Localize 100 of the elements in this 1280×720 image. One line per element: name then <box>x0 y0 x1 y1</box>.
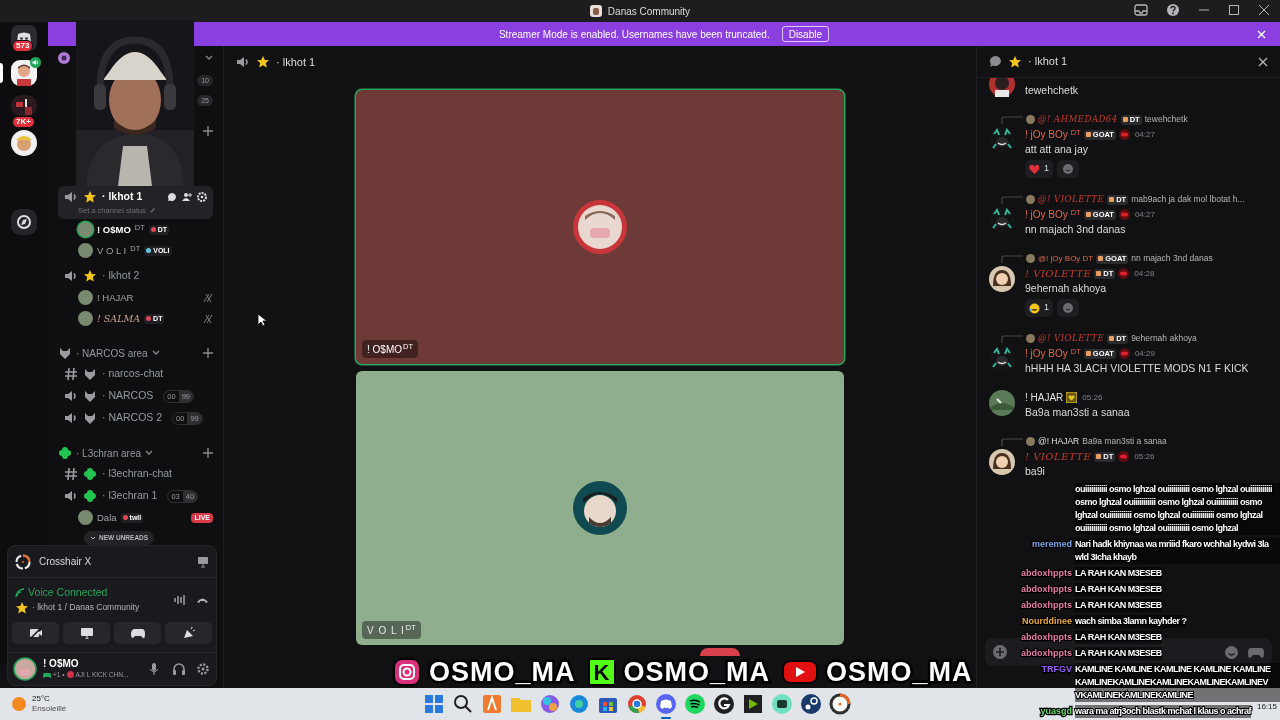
plus-icon[interactable] <box>203 348 213 359</box>
star-icon <box>83 190 97 204</box>
screen-share-button[interactable] <box>63 621 110 644</box>
username[interactable]: @! VIOLETTE <box>1038 193 1105 206</box>
microphone-icon[interactable] <box>149 662 159 675</box>
add-attachment-icon[interactable] <box>993 645 1007 659</box>
chat-message: LA RAH KAN M3ESEB <box>1075 567 1162 580</box>
help-icon[interactable] <box>1166 3 1180 17</box>
server-icon[interactable] <box>11 95 37 116</box>
camera-off-button[interactable] <box>12 621 59 644</box>
settings-icon <box>197 192 207 202</box>
youtube-icon <box>782 658 819 686</box>
gamepad-icon <box>43 671 51 678</box>
add-reaction-button[interactable] <box>1057 299 1079 317</box>
chat-app-icon[interactable] <box>654 692 678 716</box>
chat-username: TRFGV <box>1040 663 1072 676</box>
username[interactable]: @! HAJAR <box>1038 435 1080 448</box>
music-app-icon[interactable] <box>683 692 707 716</box>
timestamp: 05:26 <box>1082 391 1103 404</box>
activity-name: Crosshair X <box>39 555 92 569</box>
lips-icon <box>1118 268 1130 279</box>
maximize-icon[interactable] <box>1228 4 1240 16</box>
avatar-icon[interactable] <box>11 130 37 156</box>
clock: 16:15 <box>1256 701 1277 713</box>
app-icon[interactable] <box>712 692 736 716</box>
close-icon[interactable] <box>1258 4 1270 16</box>
headphones-icon[interactable] <box>173 662 185 675</box>
heart-icon <box>1029 164 1040 174</box>
weather-widget[interactable]: 25°C Ensoleillé <box>12 694 67 714</box>
channel-item[interactable]: · lkhot 2 <box>58 265 213 288</box>
start-icon[interactable] <box>422 692 446 716</box>
speaker-icon <box>236 55 250 69</box>
kick-logo: K <box>587 658 616 686</box>
chat-username: abdoxhppts <box>1020 631 1072 644</box>
username[interactable]: ! HAJAR <box>1025 390 1064 405</box>
chat-icon <box>167 192 177 202</box>
message-text: tewehchetk <box>1025 83 1079 98</box>
chat-message: LA RAH KAN M3ESEB <box>1075 583 1162 596</box>
username[interactable]: ! jOy BOy <box>1025 127 1068 142</box>
chat-username: abdoxhppts <box>1020 583 1072 596</box>
weather-condition: Ensoleillé <box>32 704 67 714</box>
emoji-icon[interactable] <box>1225 645 1238 659</box>
plus-icon[interactable] <box>203 126 213 136</box>
reply-line <box>1001 195 1023 204</box>
speaker-icon <box>64 190 78 204</box>
gamepad-icon[interactable] <box>1248 646 1264 658</box>
lips-icon <box>1118 348 1130 359</box>
username[interactable]: @! VIOLETTE <box>1038 332 1105 345</box>
avatar-icon[interactable] <box>11 60 37 86</box>
username[interactable]: ! jOy BOy <box>1025 207 1068 222</box>
chat-message: Nari hadk khiynaa wa mriiid fkaro wchhal kydwi 3la wld 3Icha khayb <box>1075 538 1280 564</box>
plus-icon[interactable] <box>203 448 213 459</box>
user-avatar-icon <box>573 481 627 535</box>
game-launcher-icon[interactable] <box>799 692 823 716</box>
username[interactable]: ! VIOLETTE <box>1025 266 1092 281</box>
user-avatar-icon <box>573 200 627 254</box>
star-icon <box>1008 54 1022 69</box>
settings-icon[interactable] <box>197 662 209 675</box>
voice-location-link[interactable]: · lkhot 1 / Danas Community <box>32 601 140 615</box>
username[interactable]: ! VIOLETTE <box>1025 449 1092 464</box>
category-label[interactable]: · NARCOS area <box>76 345 148 361</box>
crosshair-app-icon[interactable] <box>828 692 852 716</box>
reaction-button[interactable]: 1 <box>1025 160 1053 178</box>
reply-line <box>1001 254 1023 263</box>
chevron-icon <box>145 450 154 457</box>
inbox-icon[interactable] <box>1134 3 1148 17</box>
browser-icon[interactable] <box>567 692 591 716</box>
reply-line <box>1001 115 1023 124</box>
crosshair-app-icon <box>15 553 31 570</box>
browser-icon[interactable] <box>625 692 649 716</box>
message-text: nn majach 3nd danas <box>1025 222 1126 237</box>
username[interactable]: @! jOy BOy DT <box>1038 252 1094 265</box>
username[interactable]: @! AHMEDAD64 <box>1038 113 1118 126</box>
compass-icon[interactable] <box>11 209 37 235</box>
pencil-icon <box>148 207 156 215</box>
member-item[interactable]: ! HAJAR <box>58 287 213 309</box>
chat-username: abdoxhppts <box>1020 567 1072 580</box>
waveform-icon[interactable] <box>174 593 186 606</box>
disable-button[interactable]: Disable <box>781 26 830 42</box>
star-icon <box>256 55 270 69</box>
username[interactable]: ! jOy BOy <box>1025 346 1068 361</box>
add-reaction-button[interactable] <box>1057 160 1079 178</box>
channel-item[interactable]: · l3echran-chat <box>58 463 213 486</box>
close-icon[interactable] <box>1258 56 1268 67</box>
soundboard-button[interactable] <box>165 621 212 644</box>
chevron-icon <box>151 350 160 357</box>
screen-share-icon[interactable] <box>197 555 209 568</box>
star-icon <box>15 600 29 615</box>
heart-badge-icon <box>1066 392 1078 403</box>
app-icon[interactable] <box>741 692 765 716</box>
category-label[interactable]: · L3chran area <box>76 445 142 461</box>
app-icon[interactable] <box>770 692 794 716</box>
voice-status: Voice Connected <box>28 585 108 600</box>
channel-item[interactable]: · narcos-chat <box>58 363 213 386</box>
disconnect-button[interactable] <box>700 648 740 656</box>
hash-icon <box>64 467 78 482</box>
gamepad-icon <box>130 626 145 639</box>
chat-message: wach simba 3lamn kayhder ? <box>1075 615 1187 628</box>
gamepad-button[interactable] <box>114 621 161 644</box>
reaction-button[interactable]: 1 <box>1025 299 1053 317</box>
